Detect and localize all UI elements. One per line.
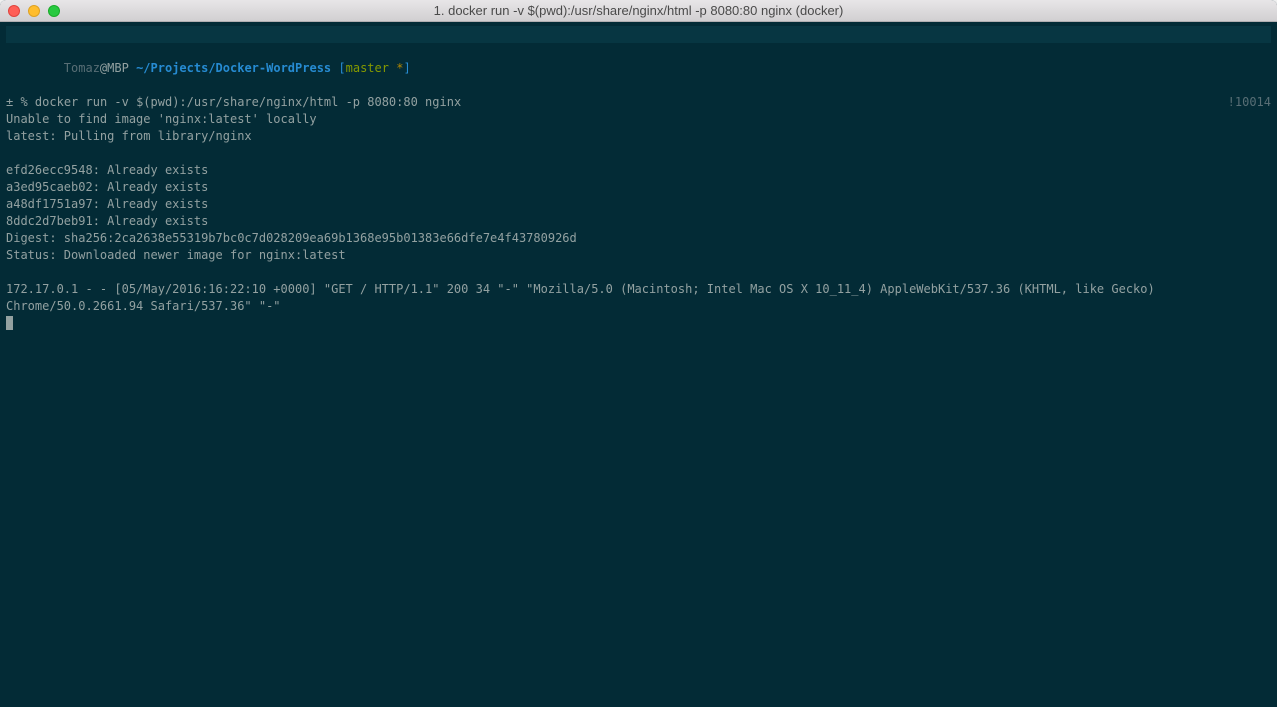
terminal-window: 1. docker run -v $(pwd):/usr/share/nginx…: [0, 0, 1277, 707]
prompt-line: Tomaz@MBP ~/Projects/Docker-WordPress [m…: [6, 43, 1271, 94]
git-dirty-star: *: [389, 61, 403, 75]
titlebar: 1. docker run -v $(pwd):/usr/share/nginx…: [0, 0, 1277, 22]
window-title: 1. docker run -v $(pwd):/usr/share/nginx…: [0, 3, 1277, 18]
command-text: docker run -v $(pwd):/usr/share/nginx/ht…: [35, 95, 461, 109]
history-number: !10014: [1228, 94, 1271, 111]
git-bracket-close: ]: [403, 61, 410, 75]
output-line: Digest: sha256:2ca2638e55319b7bc0c7d0282…: [6, 230, 1271, 247]
prompt-host: MBP: [107, 61, 129, 75]
top-bar: [6, 26, 1271, 43]
minimize-button[interactable]: [28, 5, 40, 17]
output-line: efd26ecc9548: Already exists: [6, 162, 1271, 179]
prompt-symbol: ± %: [6, 95, 28, 109]
output-line: latest: Pulling from library/nginx: [6, 128, 1271, 145]
access-log-line: 172.17.0.1 - - [05/May/2016:16:22:10 +00…: [6, 281, 1271, 315]
traffic-lights: [0, 5, 60, 17]
git-branch: master: [346, 61, 389, 75]
zoom-button[interactable]: [48, 5, 60, 17]
blank-line: [6, 145, 1271, 162]
output-line: Status: Downloaded newer image for nginx…: [6, 247, 1271, 264]
cursor-line: [6, 315, 1271, 332]
git-bracket-open: [: [338, 61, 345, 75]
cursor: [6, 316, 13, 330]
output-line: a48df1751a97: Already exists: [6, 196, 1271, 213]
command-line: ± % docker run -v $(pwd):/usr/share/ngin…: [6, 94, 1271, 111]
prompt-user: Tomaz: [64, 61, 100, 75]
close-button[interactable]: [8, 5, 20, 17]
output-line: a3ed95caeb02: Already exists: [6, 179, 1271, 196]
prompt-path: ~/Projects/Docker-WordPress: [136, 61, 331, 75]
output-line: Unable to find image 'nginx:latest' loca…: [6, 111, 1271, 128]
blank-line: [6, 264, 1271, 281]
output-line: 8ddc2d7beb91: Already exists: [6, 213, 1271, 230]
terminal-body[interactable]: Tomaz@MBP ~/Projects/Docker-WordPress [m…: [0, 22, 1277, 707]
